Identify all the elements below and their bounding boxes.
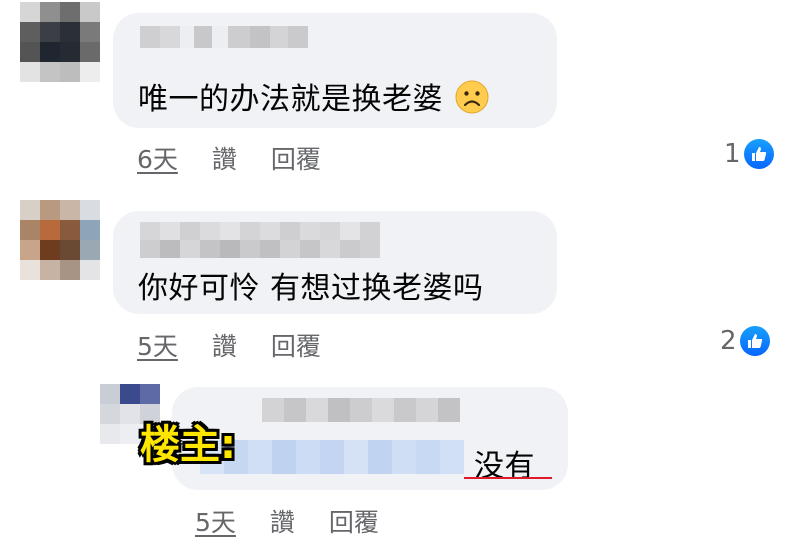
comment-timestamp[interactable]: 6天 bbox=[137, 140, 178, 176]
mention-tag[interactable] bbox=[200, 440, 464, 474]
comment-actions: 5天 讚 回覆 bbox=[137, 327, 321, 363]
reply-timestamp[interactable]: 5天 bbox=[195, 503, 236, 539]
frowning-face-icon bbox=[455, 80, 489, 122]
reply-button[interactable]: 回覆 bbox=[271, 327, 321, 363]
reply-button[interactable]: 回覆 bbox=[271, 140, 321, 176]
reaction-summary[interactable]: 1 bbox=[724, 139, 774, 169]
commenter-name-line-2 bbox=[140, 240, 380, 258]
reply-actions: 5天 讚 回覆 bbox=[195, 503, 379, 539]
thumbs-up-icon bbox=[743, 139, 774, 169]
comment-actions: 6天 讚 回覆 bbox=[137, 140, 321, 176]
commenter-avatar[interactable] bbox=[20, 200, 100, 280]
like-button[interactable]: 讚 bbox=[270, 503, 295, 539]
reaction-count: 2 bbox=[720, 326, 737, 356]
spellcheck-underline bbox=[464, 477, 552, 479]
thread-owner-label: 楼主: bbox=[140, 422, 236, 468]
thumbs-up-icon bbox=[739, 326, 770, 356]
reaction-count: 1 bbox=[724, 139, 741, 169]
like-button[interactable]: 讚 bbox=[212, 140, 237, 176]
comment-timestamp[interactable]: 5天 bbox=[137, 327, 178, 363]
comment-text: 你好可怜 有想过换老婆吗 bbox=[138, 271, 484, 306]
commenter-avatar[interactable] bbox=[20, 2, 100, 82]
reaction-summary[interactable]: 2 bbox=[720, 326, 770, 356]
reply-button[interactable]: 回覆 bbox=[329, 503, 379, 539]
comment-text: 唯一的办法就是换老婆 bbox=[138, 74, 489, 122]
commenter-name[interactable] bbox=[140, 26, 308, 48]
replier-name[interactable] bbox=[262, 398, 460, 422]
like-button[interactable]: 讚 bbox=[212, 327, 237, 363]
comment-text-content: 唯一的办法就是换老婆 bbox=[138, 82, 443, 117]
